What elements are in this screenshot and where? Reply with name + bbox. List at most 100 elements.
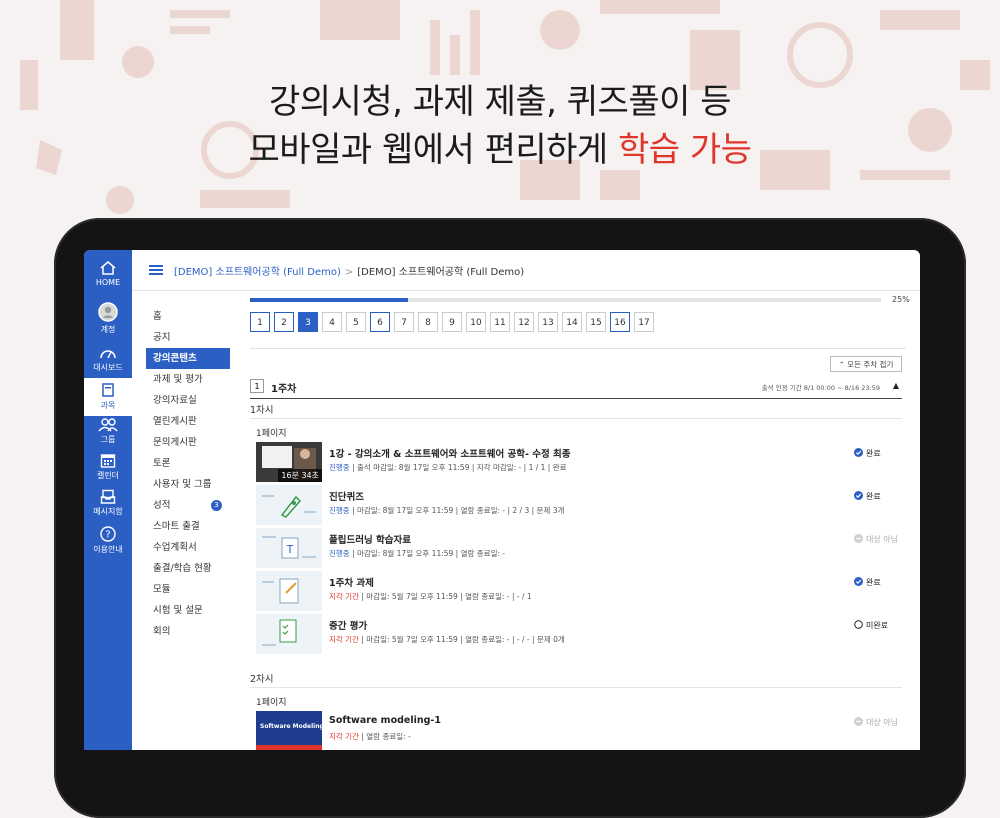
content-title[interactable]: Software modeling-1 bbox=[329, 715, 441, 726]
rocket-thumbnail bbox=[256, 485, 322, 525]
content-title[interactable]: 중간 평가 bbox=[329, 618, 367, 632]
page-number-button[interactable]: 11 bbox=[490, 312, 510, 332]
minus-circle-icon bbox=[854, 717, 863, 726]
grades-badge: 3 bbox=[211, 500, 222, 511]
content-state: 지각 기간 bbox=[329, 635, 359, 644]
page-number-button[interactable]: 8 bbox=[418, 312, 438, 332]
page-label: 1페이지 bbox=[256, 429, 287, 439]
page-number-button[interactable]: 17 bbox=[634, 312, 654, 332]
fold-all-weeks-button[interactable]: ⌃ 모든 주차 접기 bbox=[830, 356, 902, 372]
content-title[interactable]: 진단퀴즈 bbox=[329, 489, 364, 503]
page-number-button[interactable]: 14 bbox=[562, 312, 582, 332]
course-menu-item-smart-attendance[interactable]: 스마트 출결 bbox=[146, 516, 230, 537]
content-meta: 지각 기간 | 마감일: 5월 7일 오후 11:59 | 열람 종료일: - … bbox=[329, 634, 565, 645]
content-item[interactable]: 중간 평가지각 기간 | 마감일: 5월 7일 오후 11:59 | 열람 종료… bbox=[256, 614, 906, 654]
content-item[interactable]: Software Modeling Software modeling-1 지각 기… bbox=[256, 711, 906, 750]
content-thumbnail[interactable]: T bbox=[256, 528, 322, 568]
help-icon: ? bbox=[100, 526, 116, 542]
hamburger-menu-icon[interactable] bbox=[149, 265, 163, 275]
page-number-button[interactable]: 16 bbox=[610, 312, 630, 332]
content-thumbnail[interactable] bbox=[256, 571, 322, 611]
week-header[interactable]: 1 1주차 출석 인정 기간 8/1 00:00 ~ 8/16 23:59 ▲ bbox=[250, 378, 902, 399]
course-menu-item-resources[interactable]: 강의자료실 bbox=[146, 390, 230, 411]
page-number-button[interactable]: 4 bbox=[322, 312, 342, 332]
main-content: 25% 1 2 3 4 5 6 7 8 9 10 11 12 13 14 15 16 17 ⌃ 모든 주차 접기… bbox=[250, 290, 910, 750]
svg-text:?: ? bbox=[105, 530, 110, 541]
content-title[interactable]: 1주차 과제 bbox=[329, 575, 374, 589]
content-thumbnail[interactable] bbox=[256, 614, 322, 654]
course-menu-item-meetings[interactable]: 회의 bbox=[146, 621, 230, 642]
headline-line-2-text: 모바일과 웹에서 편리하게 bbox=[248, 130, 619, 170]
course-menu-item-exams[interactable]: 시험 및 설문 bbox=[146, 600, 230, 621]
document-thumbnail: T bbox=[256, 528, 322, 568]
content-item[interactable]: 16분 34초 1강 - 강의소개 & 소프트웨어와 소프트웨어 공학- 수정 최… bbox=[256, 442, 906, 482]
course-menu-item-notice[interactable]: 공지 bbox=[146, 327, 230, 348]
course-menu-item-assignments[interactable]: 과제 및 평가 bbox=[146, 369, 230, 390]
course-menu-item-open-board[interactable]: 열린게시판 bbox=[146, 411, 230, 432]
book-icon bbox=[102, 383, 114, 397]
breadcrumb: [DEMO] 소프트웨어공학 (Full Demo) > [DEMO] 소프트웨어공… bbox=[174, 263, 524, 278]
completion-status-label: 대상 아님 bbox=[866, 718, 898, 727]
content-thumbnail[interactable] bbox=[256, 485, 322, 525]
course-menu-item-contents[interactable]: 강의콘텐츠 bbox=[146, 348, 230, 369]
global-nav-calendar[interactable]: 캘린더 bbox=[84, 453, 132, 483]
collapse-toggle-icon[interactable]: ▲ bbox=[893, 381, 899, 390]
course-menu-item-syllabus[interactable]: 수업계획서 bbox=[146, 537, 230, 558]
divider bbox=[250, 418, 902, 419]
global-nav-courses[interactable]: 과목 bbox=[84, 378, 132, 416]
inbox-icon bbox=[100, 489, 116, 504]
course-menu-item-modules[interactable]: 모듈 bbox=[146, 579, 230, 600]
page-number-button[interactable]: 5 bbox=[346, 312, 366, 332]
content-title[interactable]: 1강 - 강의소개 & 소프트웨어와 소프트웨어 공학- 수정 최종 bbox=[329, 446, 571, 460]
course-menu-item-discussion[interactable]: 토론 bbox=[146, 453, 230, 474]
content-item[interactable]: 1주차 과제 지각 기간 | 마감일: 5월 7일 오후 11:59 | 열람 종… bbox=[256, 571, 906, 611]
page-number-button[interactable]: 6 bbox=[370, 312, 390, 332]
global-nav-account[interactable]: 계정 bbox=[84, 302, 132, 338]
divider bbox=[250, 687, 902, 688]
content-meta-text: | 마감일: 8월 17일 오후 11:59 | 열람 종료일: - bbox=[349, 549, 506, 558]
page-number-button[interactable]: 1 bbox=[250, 312, 270, 332]
page-number-button[interactable]: 10 bbox=[466, 312, 486, 332]
course-menu-label: 성적 bbox=[153, 500, 171, 511]
exam-thumbnail bbox=[256, 614, 322, 654]
completion-status: 대상 아님 bbox=[854, 534, 898, 545]
page-number-button[interactable]: 12 bbox=[514, 312, 534, 332]
global-nav-label: 메시지함 bbox=[93, 507, 123, 516]
breadcrumb-link-course[interactable]: [DEMO] 소프트웨어공학 (Full Demo) bbox=[174, 267, 341, 278]
course-menu-item-qna-board[interactable]: 문의게시판 bbox=[146, 432, 230, 453]
course-menu-item-users[interactable]: 사용자 및 그룹 bbox=[146, 474, 230, 495]
content-item[interactable]: 진단퀴즈 진행중 | 마감일: 8월 17일 오후 11:59 | 열람 종료일:… bbox=[256, 485, 906, 525]
slide-thumbnail-title: Software Modeling bbox=[260, 723, 322, 730]
page-number-button[interactable]: 3 bbox=[298, 312, 318, 332]
global-nav-help[interactable]: ? 이용안내 bbox=[84, 526, 132, 556]
global-nav-groups[interactable]: 그룹 bbox=[84, 418, 132, 448]
content-meta: 지각 기간 | 열람 종료일: - bbox=[329, 731, 411, 742]
progress-bar bbox=[250, 298, 881, 302]
page-number-button[interactable]: 7 bbox=[394, 312, 414, 332]
global-nav-inbox[interactable]: 메시지함 bbox=[84, 489, 132, 519]
page-number-button[interactable]: 2 bbox=[274, 312, 294, 332]
page-number-button[interactable]: 15 bbox=[586, 312, 606, 332]
course-menu-item-grades[interactable]: 성적 3 bbox=[146, 495, 230, 516]
content-thumbnail[interactable]: Software Modeling bbox=[256, 711, 322, 750]
content-thumbnail[interactable]: 16분 34초 bbox=[256, 442, 322, 482]
course-menu-item-home[interactable]: 홈 bbox=[146, 306, 230, 327]
completion-status-label: 완료 bbox=[866, 578, 881, 587]
page-number-button[interactable]: 9 bbox=[442, 312, 462, 332]
course-menu: 홈 공지 강의콘텐츠 과제 및 평가 강의자료실 열린게시판 문의게시판 토론 … bbox=[146, 306, 230, 642]
completion-status-label: 대상 아님 bbox=[866, 535, 898, 544]
dashboard-icon bbox=[100, 350, 116, 359]
global-nav-label: 대시보드 bbox=[93, 363, 123, 372]
global-nav-dashboard[interactable]: 대시보드 bbox=[84, 346, 132, 376]
content-title[interactable]: 플립드러닝 학습자료 bbox=[329, 532, 411, 546]
group-icon bbox=[98, 418, 118, 432]
content-item[interactable]: T 플립드러닝 학습자료 진행중 | 마감일: 8월 17일 오후 11:59 | … bbox=[256, 528, 906, 568]
completion-status: 완료 bbox=[854, 577, 881, 588]
headline-highlight: 학습 가능 bbox=[618, 130, 752, 170]
course-menu-item-progress[interactable]: 출결/학습 현황 bbox=[146, 558, 230, 579]
page-number-button[interactable]: 13 bbox=[538, 312, 558, 332]
completion-status-label: 미완료 bbox=[866, 621, 889, 630]
top-bar: [DEMO] 소프트웨어공학 (Full Demo) > [DEMO] 소프트웨어공… bbox=[132, 250, 920, 291]
content-state: 지각 기간 bbox=[329, 592, 359, 601]
global-nav-home[interactable]: HOME bbox=[84, 260, 132, 294]
